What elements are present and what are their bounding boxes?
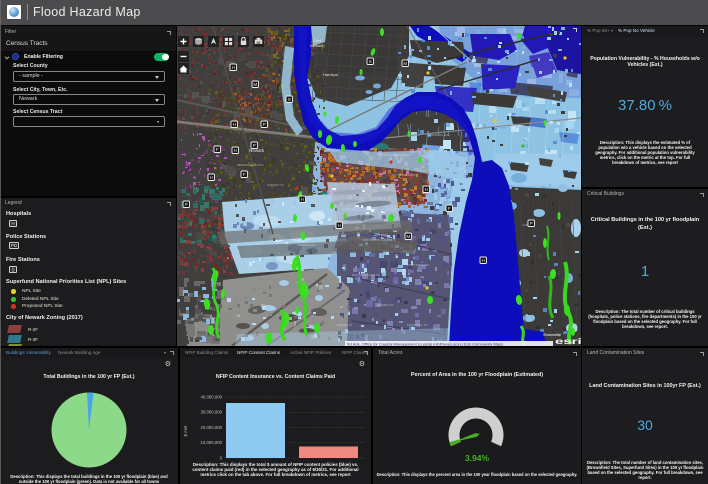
svg-text:F: F	[448, 206, 451, 211]
svg-text:MARKET ST: MARKET ST	[267, 183, 284, 187]
svg-text:Newark: Newark	[310, 43, 324, 48]
svg-text:P: P	[530, 221, 533, 226]
svg-text:0: 0	[220, 455, 223, 460]
svg-text:H: H	[210, 175, 213, 180]
svg-text:RAYMOND BLVD: RAYMOND BLVD	[392, 173, 416, 177]
svg-text:HARRISON AVE: HARRISON AVE	[427, 133, 449, 137]
svg-text:M: M	[406, 234, 410, 239]
svg-text:M: M	[253, 82, 257, 87]
svg-text:TRUMBULL ST: TRUMBULL ST	[407, 323, 428, 327]
svg-text:M: M	[403, 61, 407, 66]
svg-text:NJ Adv, Office for Coastal Man: NJ Adv, Office for Coastal Management (c…	[347, 342, 503, 346]
svg-text:20,000,000: 20,000,000	[200, 425, 222, 430]
svg-text:S: S	[288, 97, 291, 102]
svg-text:P: P	[263, 122, 266, 127]
svg-text:H: H	[425, 187, 428, 192]
svg-text:PORT NEWARK: PORT NEWARK	[407, 263, 429, 267]
svg-text:EXPRESS PORT ST: EXPRESS PORT ST	[352, 273, 380, 277]
svg-text:OAK ISLAND JUNCTION: OAK ISLAND JUNCTION	[362, 238, 396, 242]
svg-text:H: H	[232, 65, 235, 70]
svg-text:H: H	[233, 122, 236, 127]
svg-text:WILSON AVE: WILSON AVE	[297, 243, 315, 247]
svg-text:H: H	[482, 258, 485, 263]
svg-text:P: P	[253, 143, 256, 148]
svg-text:H: H	[234, 148, 237, 153]
svg-text:PASSAIC RIVERFRONT: PASSAIC RIVERFRONT	[377, 153, 410, 157]
svg-text:SPRINGFIELD AVE: SPRINGFIELD AVE	[237, 163, 263, 167]
svg-text:CORBIN ST: CORBIN ST	[377, 303, 394, 307]
svg-text:Powered by: Powered by	[544, 333, 561, 337]
svg-text:F: F	[243, 172, 246, 177]
svg-text:P: P	[185, 202, 188, 207]
svg-text:$ Amt: $ Amt	[183, 425, 188, 437]
svg-text:Harrison: Harrison	[323, 72, 338, 77]
svg-text:10,000,000: 10,000,000	[200, 440, 222, 445]
svg-text:esri: esri	[555, 336, 581, 346]
svg-text:MARSH ST: MARSH ST	[337, 323, 353, 327]
svg-text:F: F	[216, 147, 219, 152]
svg-text:S: S	[369, 59, 372, 64]
svg-text:H: H	[301, 197, 304, 202]
svg-text:H: H	[338, 223, 341, 228]
svg-text:40,000,000: 40,000,000	[200, 394, 222, 399]
svg-text:30,000,000: 30,000,000	[200, 410, 222, 415]
